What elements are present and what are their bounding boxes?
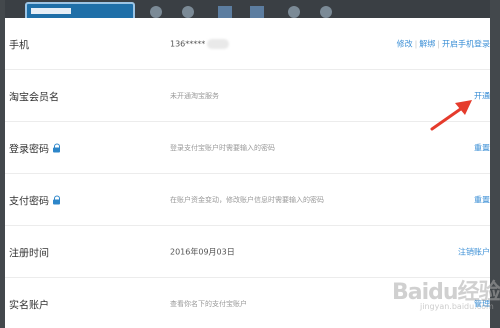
row-actions: 重置 — [474, 194, 490, 205]
row-registration-date: 注册时间 2016年09月03日 注销账户 — [5, 226, 490, 278]
row-verified-accounts: 实名账户 查看你名下的支付宝账户 管理 — [5, 278, 490, 328]
phone-number: 136***** — [170, 39, 206, 48]
lock-icon — [53, 143, 61, 152]
reset-link[interactable]: 重置 — [474, 143, 490, 152]
enable-phone-login-link[interactable]: 开启手机登录 — [442, 39, 490, 48]
manage-link[interactable]: 管理 — [474, 299, 490, 308]
account-settings-panel: 手机 136***** 修改 | 解绑 | 开启手机登录 淘宝会员名 未开通淘宝服务 开… — [5, 18, 490, 328]
close-account-link[interactable]: 注销账户 — [458, 247, 490, 256]
row-label: 登录密码 — [9, 144, 49, 155]
lock-icon — [53, 195, 61, 204]
folder-icon[interactable] — [250, 6, 264, 18]
row-value: 登录支付宝账户时需要输入的密码 — [170, 143, 275, 152]
row-actions: 管理 — [474, 298, 490, 309]
row-payment-password: 支付密码 在账户资金变动，修改账户信息时需要输入的密码 重置 — [5, 174, 490, 226]
row-actions: 注销账户 — [458, 246, 490, 257]
row-label: 淘宝会员名 — [9, 92, 59, 103]
toolbar-icon[interactable] — [182, 6, 194, 18]
row-value: 2016年09月03日 — [170, 247, 235, 256]
toolbar-icon[interactable] — [320, 6, 332, 18]
unbind-link[interactable]: 解绑 — [419, 39, 435, 48]
row-value: 查看你名下的支付宝账户 — [170, 299, 247, 308]
row-label-wrap: 登录密码 — [9, 140, 61, 155]
row-actions: 重置 — [474, 142, 490, 153]
row-value: 未开通淘宝服务 — [170, 91, 219, 100]
row-label: 注册时间 — [9, 248, 49, 259]
row-label-wrap: 支付密码 — [9, 192, 61, 207]
activate-link[interactable]: 开通 — [474, 91, 490, 100]
row-label: 实名账户 — [9, 300, 49, 311]
folder-icon[interactable] — [218, 6, 232, 18]
toolbar-icon[interactable] — [150, 6, 162, 18]
row-login-password: 登录密码 登录支付宝账户时需要输入的密码 重置 — [5, 122, 490, 174]
row-actions: 修改 | 解绑 | 开启手机登录 — [396, 39, 490, 48]
masked-digits — [207, 38, 230, 49]
row-label: 手机 — [9, 40, 29, 51]
toolbar-icon[interactable] — [288, 6, 300, 18]
row-value: 136***** — [170, 38, 230, 49]
row-phone: 手机 136***** 修改 | 解绑 | 开启手机登录 — [5, 18, 490, 70]
right-edge — [490, 0, 500, 328]
reset-link[interactable]: 重置 — [474, 195, 490, 204]
row-taobao-member: 淘宝会员名 未开通淘宝服务 开通 — [5, 70, 490, 122]
modify-link[interactable]: 修改 — [397, 39, 413, 48]
row-actions: 开通 — [474, 90, 490, 101]
row-value: 在账户资金变动，修改账户信息时需要输入的密码 — [170, 195, 324, 204]
row-label: 支付密码 — [9, 196, 49, 207]
